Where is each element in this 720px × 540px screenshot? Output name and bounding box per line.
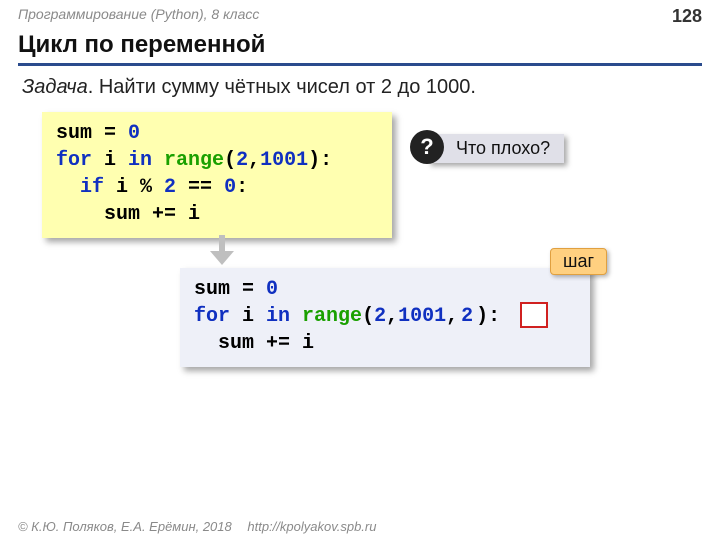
c1l2h: 1001 xyxy=(260,149,308,172)
c2l2a: for xyxy=(194,305,230,328)
question-callout: Что плохо? xyxy=(428,134,564,163)
c1l2e: ( xyxy=(224,149,236,172)
c1l3d: == xyxy=(176,176,224,199)
copyright: © К.Ю. Поляков, Е.А. Ерёмин, 2018 xyxy=(18,519,232,534)
task-label: Задача xyxy=(22,76,88,98)
c1l2a: for xyxy=(56,149,92,172)
c1l1a: sum = xyxy=(56,122,128,145)
c2l3: sum += i xyxy=(194,332,314,355)
slide-number: 128 xyxy=(672,6,702,27)
c1l2b: i xyxy=(92,149,128,172)
c1l2d: range xyxy=(152,149,224,172)
c2l2g: , xyxy=(386,305,398,328)
slide-header: Программирование (Python), 8 класс 128 xyxy=(0,0,720,29)
c1l1b: 0 xyxy=(128,122,140,145)
c1l2i: ): xyxy=(308,149,332,172)
c2l2e: ( xyxy=(362,305,374,328)
c1l2f: 2 xyxy=(236,149,248,172)
slide-footer: © К.Ю. Поляков, Е.А. Ерёмин, 2018 http:/… xyxy=(0,513,720,540)
c1l4: sum += i xyxy=(56,203,200,226)
c2l2h: 1001 xyxy=(398,305,446,328)
c2l1a: sum = xyxy=(194,278,266,301)
step-callout: шаг xyxy=(550,248,607,275)
question-mark-icon: ? xyxy=(410,130,444,164)
c2l2i: , xyxy=(446,305,458,328)
c1l2g: , xyxy=(248,149,260,172)
step-highlight xyxy=(520,302,548,328)
task-text: Задача. Найти сумму чётных чисел от 2 до… xyxy=(22,76,698,99)
c1l3a: if xyxy=(56,176,104,199)
c1l3c: 2 xyxy=(164,176,176,199)
c2step: 2 xyxy=(458,305,476,328)
c2l2d: range xyxy=(290,305,362,328)
c2l2c: in xyxy=(266,305,290,328)
task-body: . Найти сумму чётных чисел от 2 до 1000. xyxy=(88,76,476,98)
slide-title: Цикл по переменной xyxy=(18,31,702,66)
course-label: Программирование (Python), 8 класс xyxy=(18,6,259,27)
arrow-down-icon xyxy=(210,235,234,265)
c1l3e: 0 xyxy=(224,176,236,199)
c2l2j: ): xyxy=(476,305,500,328)
c1l2c: in xyxy=(128,149,152,172)
c1l3f: : xyxy=(236,176,248,199)
c2l2b: i xyxy=(230,305,266,328)
c2l1b: 0 xyxy=(266,278,278,301)
c2l2f: 2 xyxy=(374,305,386,328)
footer-url: http://kpolyakov.spb.ru xyxy=(247,519,376,534)
c1l3b: i % xyxy=(104,176,164,199)
code-block-1: sum = 0 for i in range(2,1001): if i % 2… xyxy=(42,112,392,238)
